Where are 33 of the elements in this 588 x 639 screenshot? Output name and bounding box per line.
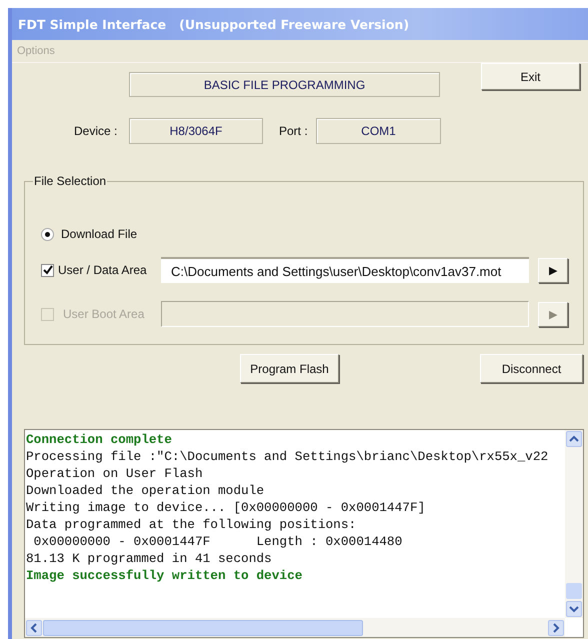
file-path-field[interactable] bbox=[161, 301, 529, 327]
log-line: Image successfully written to device bbox=[26, 567, 304, 584]
log-line: Operation on User Flash bbox=[26, 465, 204, 482]
port-display: COM1 bbox=[316, 118, 441, 144]
download-file-radio[interactable]: Download File bbox=[41, 225, 138, 243]
log-line: Data programmed at the following positions: bbox=[26, 516, 358, 533]
chevron-left-icon[interactable] bbox=[30, 622, 38, 632]
port-label: Port : bbox=[279, 124, 309, 138]
vertical-scrollbar[interactable] bbox=[565, 430, 583, 618]
chevron-down-icon[interactable] bbox=[569, 605, 579, 613]
disconnect-button[interactable]: Disconnect bbox=[480, 354, 583, 383]
file-path-field[interactable]: C:\Documents and Settings\user\Desktop\conv1av37.mot bbox=[161, 257, 529, 283]
chevron-right-icon[interactable] bbox=[552, 622, 560, 632]
scroll-thumb[interactable] bbox=[566, 583, 582, 599]
log-line: Processing file :"C:\Documents and Settings\brianc\Desktop\rx55x_v22 bbox=[26, 448, 550, 465]
device-label: Device : bbox=[74, 124, 118, 138]
log-line: Writing image to device... [0x00000000 - 0x0001447F] bbox=[26, 499, 426, 516]
horizontal-scrollbar[interactable] bbox=[25, 618, 565, 637]
log-line: 81.13 K programmed in 41 seconds bbox=[26, 550, 273, 567]
mode-display: BASIC FILE PROGRAMMING bbox=[129, 72, 440, 97]
log-line: 0x00000000 - 0x0001447F Length : 0x00014480 bbox=[32, 533, 404, 550]
browse-button[interactable]: ▶ bbox=[538, 258, 568, 282]
log-line: Connection complete bbox=[26, 431, 173, 448]
area-checkbox[interactable]: User / Data Area bbox=[41, 263, 161, 277]
window-title: FDT Simple Interface (Unsupported Freeware Version) bbox=[18, 16, 410, 32]
exit-button[interactable]: Exit bbox=[481, 63, 580, 90]
log-line: Downloaded the operation module bbox=[26, 482, 266, 499]
scroll-thumb[interactable] bbox=[43, 620, 363, 636]
device-display: H8/3064F bbox=[129, 118, 263, 144]
checkmark-icon bbox=[42, 265, 52, 275]
group-title: File Selection bbox=[33, 174, 108, 188]
program-flash-button[interactable]: Program Flash bbox=[240, 354, 339, 383]
chevron-up-icon[interactable] bbox=[569, 435, 579, 443]
